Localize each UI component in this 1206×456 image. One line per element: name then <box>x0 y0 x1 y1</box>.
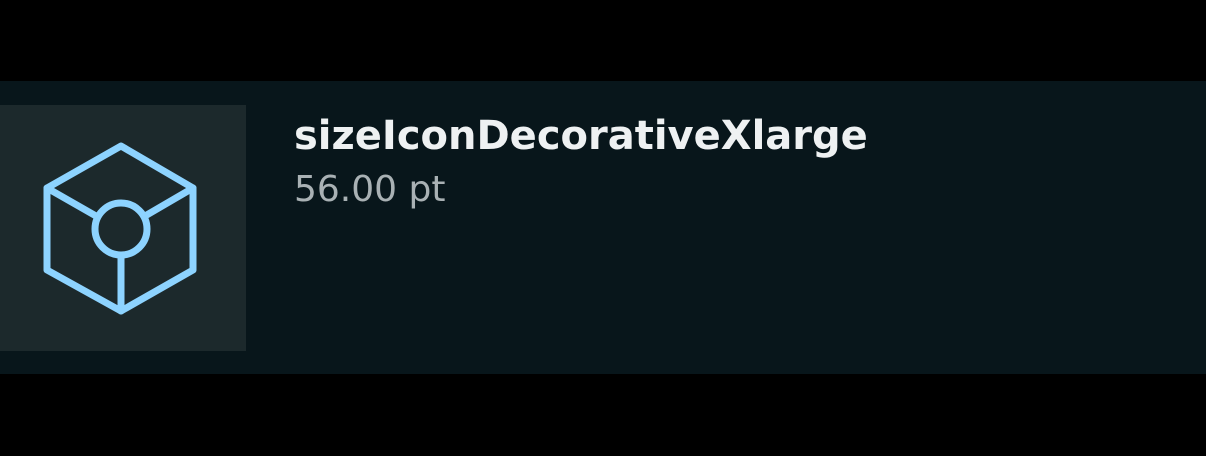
token-name: sizeIconDecorativeXlarge <box>294 113 868 159</box>
cube-icon <box>43 142 197 315</box>
token-row: sizeIconDecorativeXlarge 56.00 pt <box>0 81 1206 374</box>
icon-preview <box>0 105 246 351</box>
token-value: 56.00 pt <box>294 169 446 210</box>
